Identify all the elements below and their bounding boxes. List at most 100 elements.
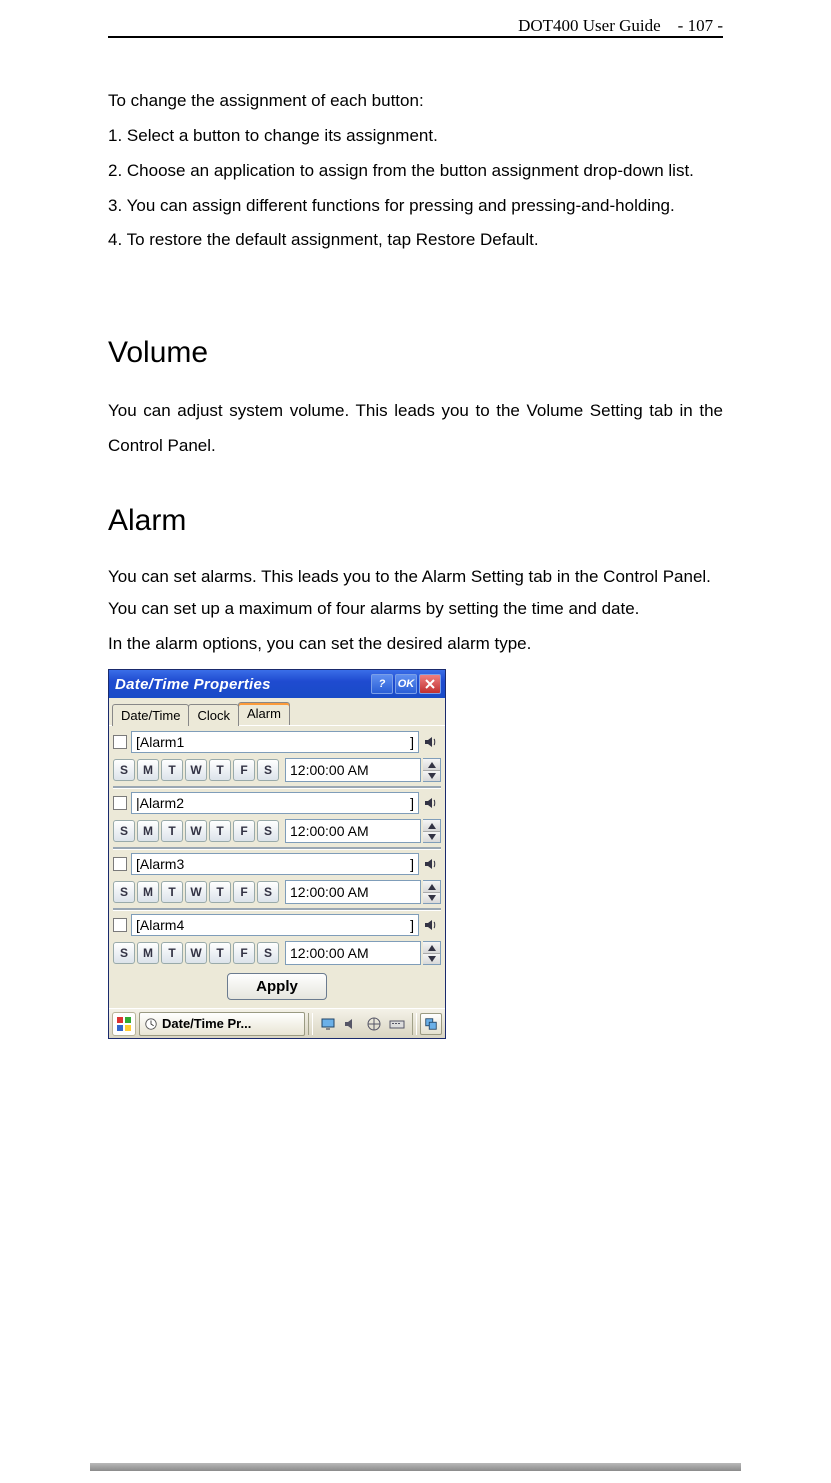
day-f[interactable]: F <box>233 942 255 964</box>
intro-step-3: 3. You can assign different functions fo… <box>108 189 723 224</box>
alarm3-checkbox[interactable] <box>113 857 127 871</box>
day-s2[interactable]: S <box>257 942 279 964</box>
alarm2-time-field[interactable]: 12:00:00 AM <box>285 819 421 843</box>
spinner-down[interactable] <box>423 954 440 965</box>
alarm-entry-1: [Alarm1] S M T W T F S 12:00:00 AM <box>113 729 441 784</box>
alarm2-sound-button[interactable] <box>421 793 441 813</box>
alarm3-name-field[interactable]: [Alarm3] <box>131 853 419 875</box>
day-f[interactable]: F <box>233 759 255 781</box>
alarm3-time-field[interactable]: 12:00:00 AM <box>285 880 421 904</box>
spinner-up[interactable] <box>423 942 440 954</box>
alarm-p1: You can set alarms. This leads you to th… <box>108 562 723 592</box>
day-s[interactable]: S <box>113 759 135 781</box>
day-t[interactable]: T <box>161 759 183 781</box>
spinner-down[interactable] <box>423 832 440 843</box>
day-s[interactable]: S <box>113 820 135 842</box>
day-t2[interactable]: T <box>209 881 231 903</box>
day-w[interactable]: W <box>185 881 207 903</box>
page-footer-bar <box>90 1463 741 1471</box>
chevron-down-icon <box>428 834 436 840</box>
alarm1-time-field[interactable]: 12:00:00 AM <box>285 758 421 782</box>
alarm4-name-field[interactable]: [Alarm4] <box>131 914 419 936</box>
day-f[interactable]: F <box>233 820 255 842</box>
day-s2[interactable]: S <box>257 820 279 842</box>
spinner-up[interactable] <box>423 820 440 832</box>
clock-icon <box>144 1017 158 1031</box>
alarm1-checkbox[interactable] <box>113 735 127 749</box>
intro-step-1: 1. Select a button to change its assignm… <box>108 119 723 154</box>
alarm1-name: [Alarm1 <box>136 734 184 750</box>
alarm3-time-spinner[interactable] <box>423 880 441 904</box>
spinner-up[interactable] <box>423 759 440 771</box>
doc-title: DOT400 User Guide <box>518 16 661 35</box>
day-m[interactable]: M <box>137 942 159 964</box>
spinner-up[interactable] <box>423 881 440 893</box>
day-m[interactable]: M <box>137 881 159 903</box>
alarm3-sound-button[interactable] <box>421 854 441 874</box>
alarm4-time-field[interactable]: 12:00:00 AM <box>285 941 421 965</box>
day-s2[interactable]: S <box>257 759 279 781</box>
taskbar-app-label: Date/Time Pr... <box>162 1016 251 1031</box>
alarm2-checkbox[interactable] <box>113 796 127 810</box>
alarm4-time-spinner[interactable] <box>423 941 441 965</box>
spinner-down[interactable] <box>423 771 440 782</box>
task-switch-button[interactable] <box>420 1013 442 1035</box>
speaker-icon <box>423 734 439 750</box>
intro-lead: To change the assignment of each button: <box>108 84 723 119</box>
help-button[interactable] <box>371 674 393 694</box>
dialog-titlebar: Date/Time Properties <box>109 670 445 698</box>
day-s[interactable]: S <box>113 881 135 903</box>
tab-clock[interactable]: Clock <box>188 704 239 726</box>
alarm4-name: [Alarm4 <box>136 917 184 933</box>
day-s2[interactable]: S <box>257 881 279 903</box>
taskbar: Date/Time Pr... <box>109 1008 445 1038</box>
chevron-down-icon <box>428 956 436 962</box>
day-w[interactable]: W <box>185 820 207 842</box>
day-t[interactable]: T <box>161 820 183 842</box>
spinner-down[interactable] <box>423 893 440 904</box>
tray-monitor-icon[interactable] <box>319 1015 337 1033</box>
ok-button[interactable] <box>395 674 417 694</box>
day-f[interactable]: F <box>233 881 255 903</box>
tab-datetime[interactable]: Date/Time <box>112 704 189 726</box>
speaker-icon <box>423 795 439 811</box>
chevron-up-icon <box>428 945 436 951</box>
day-w[interactable]: W <box>185 759 207 781</box>
day-t[interactable]: T <box>161 881 183 903</box>
day-t2[interactable]: T <box>209 759 231 781</box>
tray-network-icon[interactable] <box>365 1015 383 1033</box>
day-m[interactable]: M <box>137 820 159 842</box>
apply-button[interactable]: Apply <box>227 973 327 1000</box>
day-t[interactable]: T <box>161 942 183 964</box>
day-s[interactable]: S <box>113 942 135 964</box>
close-button[interactable] <box>419 674 441 694</box>
start-button[interactable] <box>112 1012 136 1036</box>
tray-volume-icon[interactable] <box>342 1015 360 1033</box>
intro-step-4: 4. To restore the default assignment, ta… <box>108 223 723 258</box>
day-t2[interactable]: T <box>209 820 231 842</box>
alarm-list: [Alarm1] S M T W T F S 12:00:00 AM <box>109 726 445 1008</box>
alarm2-time-spinner[interactable] <box>423 819 441 843</box>
alarm2-name-field[interactable]: |Alarm2] <box>131 792 419 814</box>
taskbar-app-button[interactable]: Date/Time Pr... <box>139 1012 305 1036</box>
alarm4-checkbox[interactable] <box>113 918 127 932</box>
day-w[interactable]: W <box>185 942 207 964</box>
day-m[interactable]: M <box>137 759 159 781</box>
separator <box>113 847 441 849</box>
alarm1-name-field[interactable]: [Alarm1] <box>131 731 419 753</box>
alarm1-sound-button[interactable] <box>421 732 441 752</box>
tab-alarm[interactable]: Alarm <box>238 702 290 725</box>
close-icon <box>425 679 435 689</box>
alarm1-time-spinner[interactable] <box>423 758 441 782</box>
chevron-down-icon <box>428 773 436 779</box>
day-t2[interactable]: T <box>209 942 231 964</box>
page-header: DOT400 User Guide - 107 - <box>518 16 723 36</box>
alarm-p1-wrap: You can set alarms. This leads you to th… <box>108 562 723 592</box>
separator <box>113 786 441 788</box>
chevron-down-icon <box>428 895 436 901</box>
chevron-up-icon <box>428 762 436 768</box>
tray-keyboard-icon[interactable] <box>388 1015 406 1033</box>
alarm4-sound-button[interactable] <box>421 915 441 935</box>
chevron-up-icon <box>428 823 436 829</box>
intro-block: To change the assignment of each button:… <box>108 84 723 258</box>
